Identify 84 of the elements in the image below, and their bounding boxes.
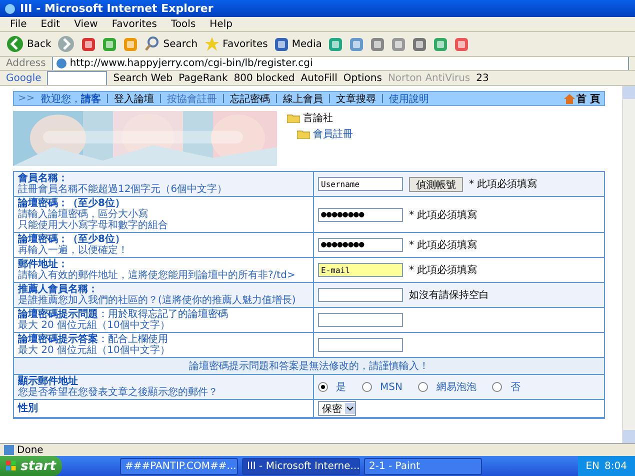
taskbar-button[interactable]: III - Microsoft Interne... — [242, 458, 360, 474]
check-account-button[interactable]: 偵測帳號 — [409, 176, 463, 192]
field-note: * 此項必須填寫 — [469, 178, 538, 191]
radio-button[interactable] — [362, 382, 372, 392]
menu-item[interactable]: Tools — [167, 18, 200, 30]
nav-link[interactable]: 登入論壇 — [114, 92, 154, 106]
notice-text: 論壇密碼提示問題和答案是無法修改的，請謹慎輸入！ — [14, 358, 604, 375]
field-hint: 註冊會員名稱不能超過12個字元（6個中文字） — [18, 184, 228, 195]
count-label: 23 — [476, 72, 489, 84]
radio-button[interactable] — [492, 382, 502, 392]
field-title: 推薦人會員名稱： — [18, 284, 98, 295]
window-title: III - Microsoft Internet Explorer — [20, 2, 214, 15]
star-icon — [204, 36, 220, 52]
nav-link[interactable]: 文章搜尋 — [336, 92, 376, 106]
field-title: 郵件地址： — [18, 259, 69, 270]
gender-dropdown[interactable]: 保密 — [318, 401, 356, 416]
nav-link[interactable]: 歡迎您，請客 — [40, 92, 101, 106]
nav-prefix: >> — [18, 93, 35, 104]
tree-item[interactable]: 言論社 — [303, 111, 333, 125]
address-field[interactable]: http://www.happyjerry.com/cgi-bin/lb/register.cgi — [52, 57, 629, 70]
nav-link[interactable]: 忘記密碼 — [230, 92, 270, 106]
norton-label: Norton AntiVirus — [388, 72, 470, 84]
input-field[interactable] — [318, 338, 403, 352]
input-field[interactable]: ●●●●●●●● — [318, 238, 403, 252]
nav-link[interactable]: 線上會員 — [282, 92, 323, 106]
field-title: 性別 — [18, 403, 39, 414]
field-title: 論壇密碼：（至少8位） — [18, 234, 126, 245]
field-title: 論壇密碼提示問題：用於取得忘記了的論壇密碼 — [18, 309, 229, 320]
toolbar-button[interactable]: Back — [6, 35, 52, 53]
field-hint: 最大 20 個位元組（10個中文字） — [18, 320, 171, 331]
field-hint: 再輸入一遍，以便確定！ — [18, 245, 129, 256]
field-title: 顯示郵件地址 — [18, 376, 79, 387]
autofill-button[interactable]: AutoFill — [300, 72, 338, 84]
search-icon — [144, 36, 160, 52]
search-web-button[interactable]: Search Web — [113, 72, 173, 84]
input-field[interactable]: Username — [318, 177, 403, 191]
taskbar-button[interactable]: 2-1 - Paint — [364, 458, 482, 474]
menu-item[interactable]: View — [70, 18, 102, 30]
field-hint: 最大 20 個位元組（10個中文字） — [18, 345, 171, 356]
input-field[interactable]: ●●●●●●●● — [318, 208, 403, 222]
field-hint: 您是否希望在您發表文章之後顯示您的郵件？ — [18, 387, 219, 398]
nav-link[interactable]: 使用說明 — [388, 92, 429, 106]
radio-button[interactable] — [318, 382, 328, 392]
field-note: * 此項必須填寫 — [409, 208, 478, 222]
status-text: Done — [17, 444, 44, 456]
field-hint: 請輸入有效的郵件地址，這將使您能用到論壇中的所有非?/td> — [18, 270, 296, 281]
address-label: Address — [6, 58, 46, 69]
google-search-field[interactable] — [47, 71, 108, 85]
field-title: 論壇密碼提示答案：配合上欄使用 — [18, 334, 169, 345]
field-hint: 請輸入論壇密碼，區分大小寫 — [18, 209, 149, 220]
options-button[interactable]: Options — [343, 72, 382, 84]
pagerank-label: PageRank — [178, 72, 228, 84]
field-hint: 只能使用大小寫字母和數字的組合 — [18, 220, 169, 231]
field-title: 會員名稱： — [18, 173, 69, 184]
taskbar-button[interactable]: ###PANTIP.COM##... — [120, 458, 238, 474]
field-note: * 此項必須填寫 — [409, 264, 478, 277]
menu-item[interactable]: File — [6, 18, 31, 30]
radio-label: 是 — [336, 381, 346, 394]
scrollbar[interactable] — [622, 86, 635, 443]
menu-item[interactable]: Favorites — [108, 18, 162, 30]
input-field[interactable] — [318, 313, 403, 327]
clock: 8:04 — [604, 460, 627, 472]
radio-label: 否 — [510, 381, 520, 394]
input-field[interactable] — [318, 288, 403, 302]
folder-icon — [287, 113, 300, 123]
folder-icon — [297, 129, 310, 139]
field-note: 如沒有請保持空白 — [409, 288, 489, 302]
google-logo: Google — [6, 72, 42, 84]
toolbar-button[interactable]: Search — [144, 36, 198, 52]
radio-label: MSN — [380, 382, 402, 392]
radio-label: 網易泡泡 — [436, 381, 476, 394]
radio-button[interactable] — [418, 382, 428, 392]
toolbar-button[interactable]: Media — [274, 36, 322, 52]
menu-item[interactable]: Edit — [36, 18, 64, 30]
toolbar-button[interactable]: Favorites — [204, 36, 268, 52]
menu-item[interactable]: Help — [206, 18, 236, 30]
home-link[interactable]: 首 頁 — [564, 92, 600, 106]
popup-blocker-button[interactable]: 800 blocked — [234, 72, 295, 84]
field-hint: 是誰推薦您加入我們的社區的？(這將使你的推薦人魅力值增長) — [18, 295, 297, 306]
tree-item[interactable]: 會員註冊 — [313, 127, 353, 141]
field-title: 論壇密碼：（至少8位） — [18, 198, 125, 209]
field-note: * 此項必須填寫 — [409, 238, 478, 252]
input-field[interactable]: E-mail — [318, 263, 403, 277]
windows-logo — [6, 460, 17, 472]
